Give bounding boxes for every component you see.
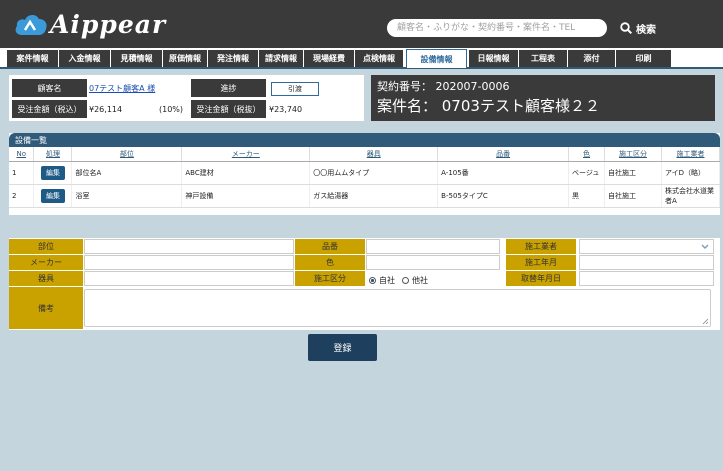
column-header[interactable]: 色 bbox=[568, 147, 606, 162]
column-header[interactable]: 品番 bbox=[437, 147, 570, 162]
tab-bar: 案件情報 入金情報 見積情報 原価情報 発注情報 請求情報 現場経費 点検情報 … bbox=[0, 48, 723, 69]
color-label: 色 bbox=[295, 255, 365, 270]
tax-rate: (10%) bbox=[159, 104, 184, 114]
table-row: 1 編集 部位名A ABC建材 〇〇用ムムタイプ A-105番 ベージュ 自社施… bbox=[9, 161, 721, 185]
cell-division: 自社施工 bbox=[604, 161, 662, 185]
equipment-table: No 処理 部位 メーカー 器具 品番 色 施工区分 施工業者 1 編集 部位名… bbox=[9, 147, 721, 208]
amount-incl-value: ¥26,114 bbox=[89, 104, 123, 114]
column-header[interactable]: 部位 bbox=[71, 147, 183, 162]
amount-incl-label: 受注金額（税込） bbox=[12, 100, 87, 118]
top-header: Aippear 検索 bbox=[0, 0, 723, 48]
tab-billing-info[interactable]: 請求情報 bbox=[259, 50, 304, 67]
customer-label: 顧客名 bbox=[12, 79, 87, 97]
tab-cost-info[interactable]: 原価情報 bbox=[163, 50, 208, 67]
column-header[interactable]: 処理 bbox=[33, 147, 73, 162]
remarks-label: 備考 bbox=[9, 287, 83, 329]
cell-model: A-105番 bbox=[437, 161, 570, 185]
customer-link[interactable]: 07テスト顧客A 様 bbox=[89, 79, 155, 97]
replace-date-label: 取替年月日 bbox=[506, 271, 576, 286]
cloud-logo-icon bbox=[14, 11, 48, 37]
row-number: 1 bbox=[9, 161, 35, 185]
division-radio-other[interactable] bbox=[402, 277, 409, 284]
model-input[interactable] bbox=[366, 239, 500, 254]
tab-inspection-info[interactable]: 点検情報 bbox=[355, 50, 404, 67]
fixture-label: 器具 bbox=[9, 271, 83, 286]
cell-contractor: 株式会社水道業者A bbox=[661, 184, 721, 208]
tab-schedule[interactable]: 工程表 bbox=[519, 50, 568, 67]
case-name: 案件名： 0703テスト顧客様２２ bbox=[377, 97, 600, 115]
progress-label: 進捗 bbox=[191, 79, 266, 97]
logo-text: Aippear bbox=[50, 9, 167, 39]
replace-date-input[interactable] bbox=[579, 271, 714, 286]
column-header[interactable]: 施工業者 bbox=[661, 147, 721, 162]
part-label: 部位 bbox=[9, 239, 83, 254]
install-date-input[interactable] bbox=[579, 255, 714, 270]
column-header[interactable]: メーカー bbox=[181, 147, 311, 162]
cell-fixture: 〇〇用ムムタイプ bbox=[309, 161, 439, 185]
search-input[interactable] bbox=[387, 19, 607, 37]
equipment-list: 設備一覧 No 処理 部位 メーカー 器具 品番 色 施工区分 施工業者 1 編… bbox=[9, 133, 721, 215]
division-option-own: 自社 bbox=[379, 276, 395, 285]
amount-excl-label: 受注金額（税抜） bbox=[191, 100, 266, 118]
case-header-panel: 契約番号： 202007-0006 案件名： 0703テスト顧客様２２ bbox=[371, 75, 715, 121]
tab-attachments[interactable]: 添付 bbox=[568, 50, 616, 67]
search-button-label: 検索 bbox=[636, 24, 656, 36]
row-number: 2 bbox=[9, 184, 35, 208]
search-icon bbox=[620, 22, 632, 34]
tab-site-expenses[interactable]: 現場経費 bbox=[304, 50, 355, 67]
cell-division: 自社施工 bbox=[604, 184, 662, 208]
cell-maker: 神戸設備 bbox=[181, 184, 311, 208]
column-header[interactable]: 施工区分 bbox=[604, 147, 662, 162]
tab-case-info[interactable]: 案件情報 bbox=[7, 50, 59, 67]
cell-model: B-505タイプC bbox=[437, 184, 570, 208]
cell-fixture: ガス給湯器 bbox=[309, 184, 439, 208]
edit-button[interactable]: 編集 bbox=[40, 189, 65, 203]
tab-payment-info[interactable]: 入金情報 bbox=[59, 50, 111, 67]
equipment-form: 部位 品番 施工業者 メーカー 色 施工年月 器具 施工区分 自社 他社 取替年… bbox=[9, 238, 720, 330]
install-date-label: 施工年月 bbox=[506, 255, 576, 270]
division-radio-group: 自社 他社 bbox=[369, 275, 428, 286]
cell-color: 黒 bbox=[568, 184, 606, 208]
cell-part: 部位名A bbox=[71, 161, 183, 185]
maker-label: メーカー bbox=[9, 255, 83, 270]
table-header-row: No 処理 部位 メーカー 器具 品番 色 施工区分 施工業者 bbox=[9, 147, 721, 162]
column-header[interactable]: 器具 bbox=[309, 147, 439, 162]
tab-daily-report[interactable]: 日報情報 bbox=[469, 50, 519, 67]
contractor-select[interactable] bbox=[579, 239, 714, 254]
division-radio-own[interactable] bbox=[369, 277, 376, 284]
remarks-textarea[interactable] bbox=[84, 289, 711, 327]
color-input[interactable] bbox=[366, 255, 500, 270]
division-label: 施工区分 bbox=[295, 271, 365, 286]
equipment-list-title: 設備一覧 bbox=[9, 133, 720, 147]
tab-print[interactable]: 印刷 bbox=[616, 50, 672, 67]
cell-color: ベージュ bbox=[568, 161, 606, 185]
edit-button[interactable]: 編集 bbox=[40, 166, 65, 180]
app-logo[interactable]: Aippear bbox=[14, 9, 166, 39]
contract-number: 契約番号： 202007-0006 bbox=[377, 80, 510, 93]
chevron-down-icon bbox=[701, 244, 709, 249]
contractor-label: 施工業者 bbox=[506, 239, 576, 254]
search-button[interactable]: 検索 bbox=[620, 18, 656, 38]
division-option-other: 他社 bbox=[412, 276, 428, 285]
resize-handle-icon[interactable] bbox=[702, 318, 709, 325]
tab-estimate-info[interactable]: 見積情報 bbox=[111, 50, 163, 67]
cell-maker: ABC建材 bbox=[181, 161, 311, 185]
register-button[interactable]: 登録 bbox=[308, 334, 377, 361]
model-label: 品番 bbox=[295, 239, 365, 254]
table-row: 2 編集 浴室 神戸設備 ガス給湯器 B-505タイプC 黒 自社施工 株式会社… bbox=[9, 184, 721, 208]
cell-contractor: アイD（略） bbox=[661, 161, 721, 185]
case-summary-panel: 顧客名 07テスト顧客A 様 進捗 引渡 受注金額（税込） ¥26,114 (1… bbox=[9, 75, 364, 121]
part-input[interactable] bbox=[84, 239, 294, 254]
progress-status-badge: 引渡 bbox=[271, 82, 319, 96]
column-header[interactable]: No bbox=[9, 147, 35, 162]
fixture-input[interactable] bbox=[84, 271, 294, 286]
tab-order-info[interactable]: 発注情報 bbox=[208, 50, 259, 67]
tab-equipment-info[interactable]: 設備情報 bbox=[406, 49, 467, 68]
maker-input[interactable] bbox=[84, 255, 294, 270]
amount-excl-value: ¥23,740 bbox=[269, 104, 303, 114]
cell-part: 浴室 bbox=[71, 184, 183, 208]
